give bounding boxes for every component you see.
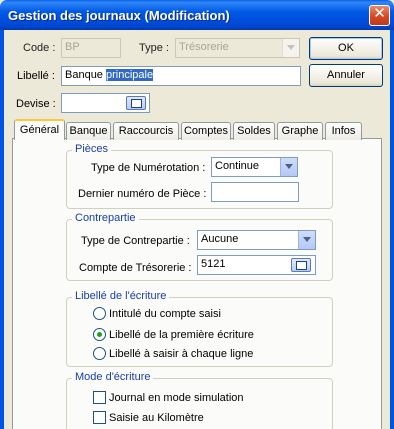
radio-intitule-compte-label: Intitulé du compte saisi <box>109 308 221 320</box>
libelle-label: Libellé : <box>17 70 55 82</box>
chevron-down-icon <box>298 231 315 249</box>
libelle-text: Banque <box>65 69 106 81</box>
close-button[interactable]: ✕ <box>369 5 390 26</box>
devise-picker-icon[interactable] <box>126 96 146 110</box>
code-field[interactable]: BP <box>61 38 121 58</box>
radio-premiere-ecriture[interactable] <box>93 328 106 341</box>
tab-general[interactable]: Général <box>14 119 65 140</box>
checkbox-mode-simulation-label: Journal en mode simulation <box>109 392 244 404</box>
libelle-field[interactable]: Banque principale <box>61 66 301 86</box>
checkbox-saisie-kilometre[interactable] <box>93 411 106 424</box>
code-label: Code : <box>23 42 56 54</box>
radio-chaque-ligne[interactable] <box>93 347 106 360</box>
tresorerie-account-label: Compte de Trésorerie : <box>79 262 192 274</box>
type-select[interactable]: Trésorerie <box>175 38 300 58</box>
mode-ecriture-group-title: Mode d'écriture <box>72 371 154 383</box>
cancel-button[interactable]: Annuler <box>309 64 383 87</box>
radio-premiere-ecriture-label: Libellé de la première écriture <box>109 329 254 341</box>
tab-raccourcis[interactable]: Raccourcis <box>113 122 179 140</box>
contrepartie-type-select[interactable]: Aucune <box>197 230 316 250</box>
window-frame-right <box>390 30 394 429</box>
libelle-ecriture-group-title: Libellé de l'écriture <box>72 290 170 302</box>
devise-label: Devise : <box>16 98 56 110</box>
tab-soldes[interactable]: Soldes <box>233 122 275 140</box>
close-icon: ✕ <box>373 5 386 22</box>
numerotation-value: Continue <box>215 160 260 172</box>
numerotation-select[interactable]: Continue <box>211 157 298 177</box>
title-bar[interactable]: Gestion des journaux (Modification) ✕ <box>0 0 394 30</box>
pieces-group-title: Pièces <box>72 143 112 155</box>
window-frame-left <box>0 30 4 429</box>
contrepartie-group-title: Contrepartie <box>72 212 139 224</box>
last-number-label: Dernier numéro de Pièce : <box>78 188 207 200</box>
numerotation-label: Type de Numérotation : <box>91 162 206 174</box>
account-picker-icon[interactable] <box>291 258 311 272</box>
tab-infos[interactable]: Infos <box>325 122 362 140</box>
contrepartie-type-value: Aucune <box>201 233 239 245</box>
type-select-value: Trésorerie <box>179 41 229 53</box>
checkbox-mode-simulation[interactable] <box>93 391 106 404</box>
type-label: Type : <box>139 42 169 54</box>
checkbox-saisie-kilometre-label: Saisie au Kilomètre <box>109 412 204 424</box>
contrepartie-type-label: Type de Contrepartie : <box>81 235 190 247</box>
chevron-down-icon <box>282 39 299 57</box>
radio-chaque-ligne-label: Libellé à saisir à chaque ligne <box>109 348 254 360</box>
tab-banque[interactable]: Banque <box>66 122 111 140</box>
window-title: Gestion des journaux (Modification) <box>8 8 230 23</box>
tab-graphe[interactable]: Graphe <box>277 122 323 140</box>
last-number-field[interactable] <box>211 182 299 202</box>
ok-button[interactable]: OK <box>309 37 383 60</box>
chevron-down-icon <box>280 158 297 176</box>
libelle-selected-text: principale <box>105 69 154 81</box>
radio-intitule-compte[interactable] <box>93 307 106 320</box>
tab-comptes[interactable]: Comptes <box>181 122 231 140</box>
